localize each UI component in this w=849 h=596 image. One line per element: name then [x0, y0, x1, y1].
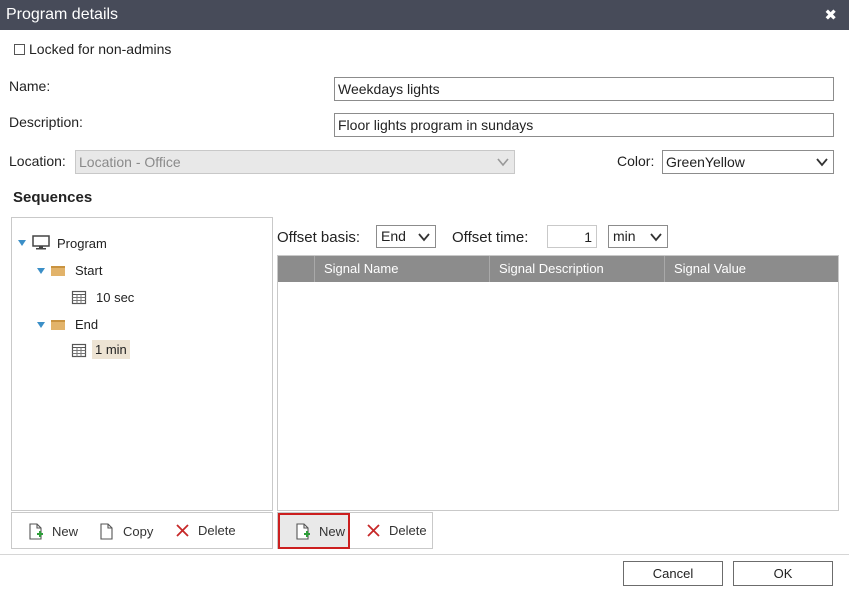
- signal-new-inner[interactable]: New: [295, 523, 345, 540]
- tree-node-label: End: [75, 317, 99, 332]
- close-icon[interactable]: ✖: [824, 6, 837, 24]
- offset-unit-select[interactable]: min: [608, 225, 668, 248]
- expand-arrow-icon[interactable]: [37, 321, 45, 328]
- tree-node-program[interactable]: Program: [18, 235, 107, 251]
- folder-icon: [51, 319, 65, 330]
- expand-arrow-icon[interactable]: [18, 240, 26, 246]
- sequence-delete-button[interactable]: Delete: [175, 523, 236, 538]
- tree-node-label: Start: [75, 263, 103, 278]
- locked-checkbox[interactable]: [14, 43, 25, 55]
- chevron-down-icon: [816, 158, 828, 167]
- signal-delete-label: Delete: [389, 523, 427, 538]
- expand-arrow-icon[interactable]: [37, 267, 45, 274]
- cancel-button[interactable]: Cancel: [623, 561, 723, 586]
- tree-node-label-selected: 1 min: [92, 340, 130, 359]
- ok-button[interactable]: OK: [733, 561, 833, 586]
- sequence-copy-label: Copy: [123, 524, 154, 539]
- locked-label: Locked for non-admins: [29, 41, 172, 57]
- color-label: Color:: [617, 153, 655, 169]
- folder-icon: [51, 265, 65, 276]
- dialog-titlebar: Program details ✖: [0, 0, 849, 30]
- signal-delete-button[interactable]: Delete: [366, 523, 427, 538]
- new-document-icon: [296, 523, 310, 540]
- signal-new-button[interactable]: New: [278, 513, 350, 549]
- offset-time-input[interactable]: 1: [547, 225, 597, 248]
- chevron-down-icon: [418, 233, 430, 242]
- name-label: Name:: [9, 78, 51, 94]
- chevron-down-icon: [650, 233, 662, 242]
- locked-checkbox-row[interactable]: Locked for non-admins: [14, 41, 171, 57]
- copy-document-icon: [100, 523, 113, 540]
- location-label: Location:: [9, 153, 66, 169]
- location-value: Location - Office: [79, 154, 181, 170]
- column-signal-value[interactable]: Signal Value: [664, 256, 838, 282]
- sequence-copy-button[interactable]: Copy: [99, 523, 153, 540]
- tree-node-end[interactable]: End: [37, 317, 98, 332]
- signals-toolbar: New Delete: [277, 512, 433, 549]
- tree-node-10-sec[interactable]: 10 sec: [71, 289, 134, 305]
- tree-node-label: Program: [57, 235, 107, 251]
- offset-basis-select[interactable]: End: [376, 225, 436, 248]
- tree-node-label: 10 sec: [96, 289, 135, 305]
- delete-x-icon: [367, 524, 380, 537]
- calendar-icon: [71, 290, 87, 305]
- signals-grid: Signal Name Signal Description Signal Va…: [277, 255, 839, 511]
- tree-node-start[interactable]: Start: [37, 263, 102, 278]
- sequence-new-button[interactable]: New: [28, 523, 78, 540]
- offset-basis-value: End: [381, 228, 406, 244]
- color-select[interactable]: GreenYellow: [662, 150, 834, 174]
- column-signal-description[interactable]: Signal Description: [489, 256, 664, 282]
- signal-new-label: New: [319, 524, 346, 539]
- sequence-delete-label: Delete: [198, 523, 236, 538]
- offset-unit-value: min: [613, 228, 636, 244]
- calendar-icon: [71, 343, 87, 357]
- sequences-title: Sequences: [13, 189, 93, 206]
- description-input[interactable]: Floor lights program in sundays: [334, 113, 834, 137]
- footer-divider: [0, 554, 849, 555]
- sequence-toolbar: New Copy Delete: [11, 512, 273, 549]
- tree-node-1-min[interactable]: 1 min: [71, 340, 130, 359]
- name-input[interactable]: Weekdays lights: [334, 77, 834, 101]
- chevron-down-icon: [497, 158, 509, 167]
- color-value: GreenYellow: [666, 154, 745, 170]
- sequence-tree: Program Start 10 sec End 1 min: [11, 217, 273, 511]
- offset-time-label: Offset time:: [452, 229, 529, 246]
- dialog-title: Program details: [6, 6, 119, 23]
- offset-basis-label: Offset basis:: [277, 229, 361, 246]
- signals-grid-header: Signal Name Signal Description Signal Va…: [278, 256, 838, 282]
- description-label: Description:: [9, 114, 83, 130]
- monitor-icon: [32, 235, 50, 250]
- new-document-icon: [29, 523, 43, 540]
- sequence-new-label: New: [52, 524, 79, 539]
- location-select: Location - Office: [75, 150, 515, 174]
- delete-x-icon: [176, 524, 189, 537]
- column-signal-name[interactable]: Signal Name: [314, 256, 489, 282]
